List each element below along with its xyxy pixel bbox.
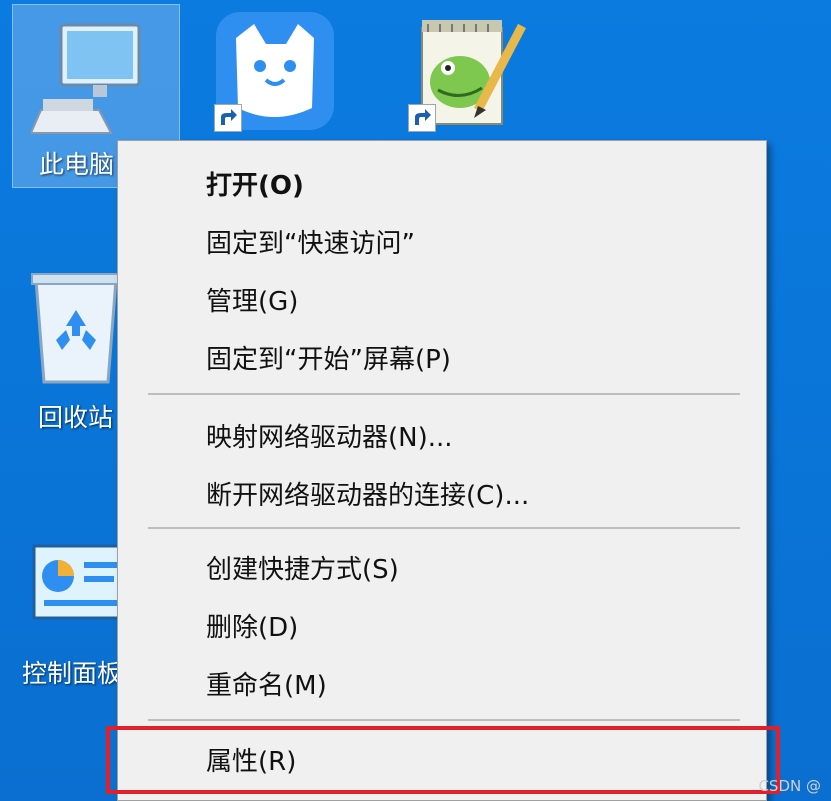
menu-item-create-shortcut[interactable]: 创建快捷方式(S) — [118, 539, 766, 595]
menu-item-map-network-drive[interactable]: 映射网络驱动器(N)... — [118, 407, 766, 463]
menu-item-open[interactable]: 打开(O) — [118, 155, 766, 211]
menu-item-delete[interactable]: 删除(D) — [118, 597, 766, 653]
properties-highlight-box — [106, 726, 780, 794]
this-pc-label: 此电脑 — [39, 150, 115, 179]
desktop-icon-notepad-plus-plus[interactable] — [404, 8, 534, 138]
context-menu: 打开(O) 固定到“快速访问” 管理(G) 固定到“开始”屏幕(P) 映射网络驱… — [117, 140, 767, 801]
menu-separator — [148, 527, 740, 529]
desktop-icon-control-panel[interactable]: 控制面板 — [12, 540, 122, 700]
menu-item-pin-start[interactable]: 固定到“开始”屏幕(P) — [118, 329, 766, 385]
this-pc-icon — [31, 23, 141, 134]
menu-item-pin-quick-access[interactable]: 固定到“快速访问” — [118, 213, 766, 269]
menu-item-rename[interactable]: 重命名(M) — [118, 655, 766, 711]
recycle-bin-label: 回收站 — [38, 403, 114, 432]
menu-separator — [148, 719, 740, 721]
desktop-icon-recycle-bin[interactable]: 回收站 — [12, 262, 122, 442]
control-panel-label: 控制面板 — [22, 659, 122, 688]
shortcut-arrow-icon — [214, 104, 242, 132]
shortcut-arrow-icon — [408, 104, 436, 132]
menu-separator — [148, 393, 740, 395]
control-panel-icon — [32, 544, 122, 620]
recycle-bin-icon — [31, 273, 121, 384]
watermark: CSDN @ — [758, 777, 821, 795]
menu-item-disconnect-network-drive[interactable]: 断开网络驱动器的连接(C)... — [118, 465, 766, 521]
desktop-icon-cat-app[interactable] — [210, 8, 340, 138]
menu-item-manage[interactable]: 管理(G) — [118, 271, 766, 327]
